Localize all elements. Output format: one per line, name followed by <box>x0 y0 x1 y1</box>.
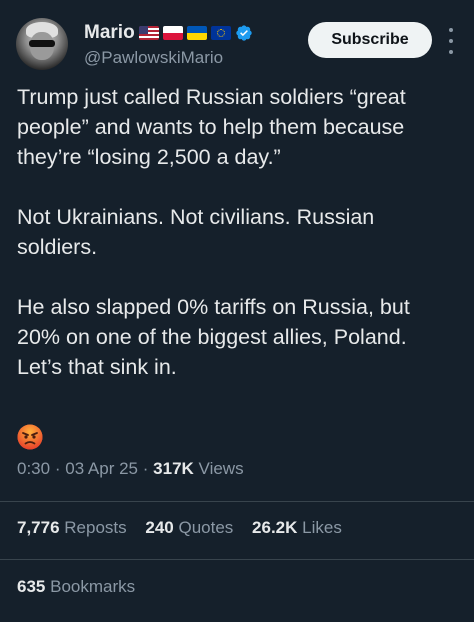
likes-label: Likes <box>302 518 342 537</box>
name-row: Mario <box>84 22 253 44</box>
eu-flag-icon <box>210 26 231 40</box>
display-name[interactable]: Mario <box>84 22 135 44</box>
bookmarks-stat[interactable]: 635 Bookmarks <box>17 577 135 597</box>
avatar[interactable] <box>16 18 68 70</box>
tweet-time[interactable]: 0:30 <box>17 459 50 478</box>
avatar-glasses <box>29 40 55 47</box>
tweet-text: Trump just called Russian soldiers “grea… <box>17 82 457 412</box>
engagement-stats: 7,776 Reposts 240 Quotes 26.2K Likes <box>17 518 356 538</box>
divider <box>0 559 474 560</box>
bookmarks-label: Bookmarks <box>50 577 136 596</box>
user-handle[interactable]: @PawlowskiMario <box>84 48 223 68</box>
reposts-stat[interactable]: 7,776 Reposts <box>17 518 127 537</box>
views-count: 317K <box>153 459 194 478</box>
ukraine-flag-icon <box>186 26 207 40</box>
more-options-icon[interactable] <box>444 28 458 54</box>
us-flag-icon <box>138 26 159 40</box>
meta-separator: · <box>142 459 149 478</box>
subscribe-button[interactable]: Subscribe <box>308 22 432 58</box>
tweet-paragraph: Not Ukrainians. Not civilians. Russian s… <box>17 205 375 259</box>
quotes-stat[interactable]: 240 Quotes <box>145 518 233 537</box>
tweet-header: Mario @PawlowskiMario Subscribe <box>12 12 462 76</box>
more-dot <box>449 39 453 43</box>
more-dot <box>449 28 453 32</box>
tweet-meta: 0:30 · 03 Apr 25 · 317K Views <box>17 459 244 479</box>
reposts-count: 7,776 <box>17 518 60 537</box>
likes-stat[interactable]: 26.2K Likes <box>252 518 342 537</box>
bookmarks-count: 635 <box>17 577 46 596</box>
divider <box>0 501 474 502</box>
angry-face-icon <box>17 424 43 450</box>
poland-flag-icon <box>162 26 183 40</box>
quotes-count: 240 <box>145 518 174 537</box>
reposts-label: Reposts <box>64 518 127 537</box>
tweet-paragraph: Trump just called Russian soldiers “grea… <box>17 85 406 169</box>
meta-separator: · <box>54 459 61 478</box>
verified-badge-icon[interactable] <box>235 24 253 42</box>
likes-count: 26.2K <box>252 518 298 537</box>
tweet-date[interactable]: 03 Apr 25 <box>65 459 138 478</box>
more-dot <box>449 50 453 54</box>
tweet-paragraph: He also slapped 0% tariffs on Russia, bu… <box>17 295 410 379</box>
views-label: Views <box>198 459 244 478</box>
quotes-label: Quotes <box>178 518 234 537</box>
